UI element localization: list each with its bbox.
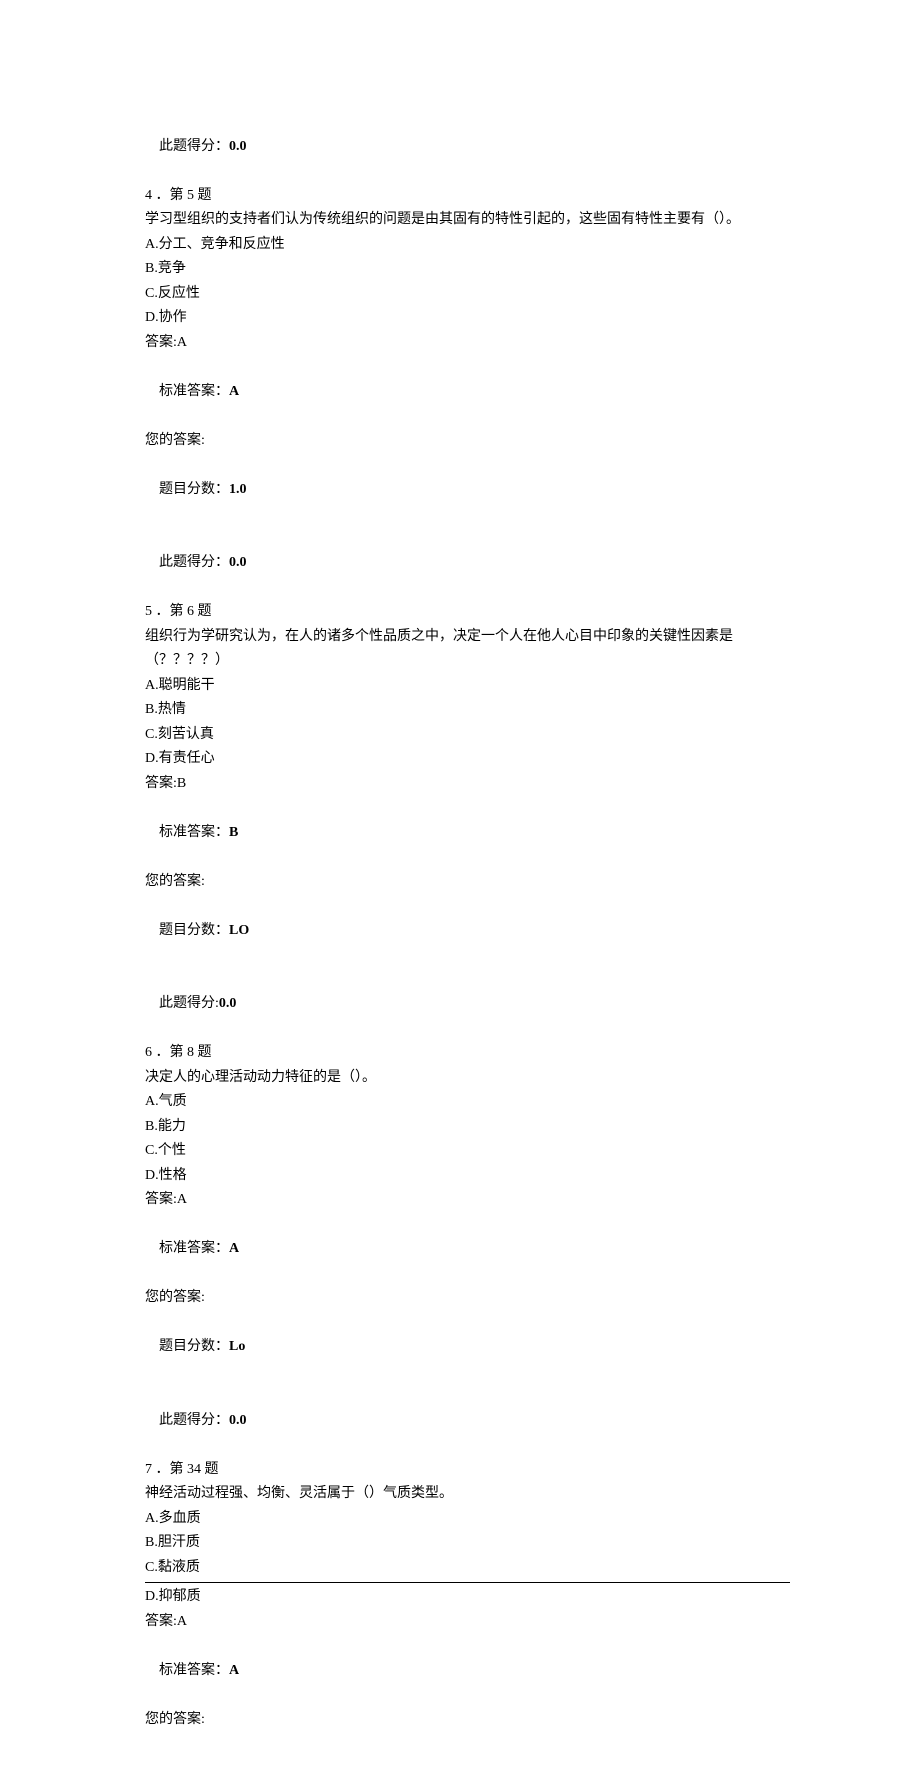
question-stem: 学习型组织的支持者们认为传统组织的问题是由其固有的特性引起的，这些固有特性主要有… <box>145 208 790 233</box>
option-c: C.黏液质 <box>145 1556 790 1581</box>
score-earned-line: 此题得分：0.0 <box>145 110 790 184</box>
standard-answer-value: A <box>229 1663 239 1678</box>
your-answer-line: 您的答案: <box>145 1286 790 1311</box>
option-c: C.反应性 <box>145 282 790 307</box>
score-earned-value: 0.0 <box>219 996 237 1011</box>
item-score-label: 题目分数： <box>159 482 229 497</box>
score-earned-value: 0.0 <box>229 139 247 154</box>
score-earned-value: 0.0 <box>229 1413 247 1428</box>
item-score-label: 题目分数： <box>159 923 229 938</box>
item-score-value: 1.0 <box>229 482 247 497</box>
standard-answer-label: 标准答案： <box>159 825 229 840</box>
item-score-line: 题目分数：LO <box>145 894 790 968</box>
score-earned-line: 此题得分：0.0 <box>145 527 790 601</box>
score-earned-label: 此题得分： <box>159 555 229 570</box>
option-d: D.有责任心 <box>145 747 790 772</box>
option-d: D.性格 <box>145 1164 790 1189</box>
option-b: B.竞争 <box>145 257 790 282</box>
option-a: A.分工、竞争和反应性 <box>145 233 790 258</box>
question-stem-cont: （？？？？） <box>145 649 790 674</box>
question-number: 4 ．第 5 题 <box>145 184 790 209</box>
score-earned-line: 此题得分:0.0 <box>145 968 790 1042</box>
option-a: A.气质 <box>145 1090 790 1115</box>
question-stem: 组织行为学研究认为，在人的诸多个性品质之中，决定一个人在他人心目中印象的关键性因… <box>145 625 790 650</box>
answer-line: 答案:A <box>145 1188 790 1213</box>
question-number: 7 ．第 34 题 <box>145 1458 790 1483</box>
standard-answer-value: A <box>229 384 239 399</box>
answer-line: 答案:A <box>145 1610 790 1635</box>
standard-answer-value: A <box>229 1241 239 1256</box>
standard-answer-line: 标准答案：B <box>145 796 790 870</box>
option-d: D.协作 <box>145 306 790 331</box>
option-d: D.抑郁质 <box>145 1585 790 1610</box>
score-earned-label: 此题得分： <box>159 1413 229 1428</box>
standard-answer-label: 标准答案： <box>159 384 229 399</box>
horizontal-rule <box>145 1582 790 1583</box>
question-number: 5 ．第 6 题 <box>145 600 790 625</box>
standard-answer-line: 标准答案：A <box>145 1213 790 1287</box>
score-earned-value: 0.0 <box>229 555 247 570</box>
option-b: B.胆汗质 <box>145 1531 790 1556</box>
option-c: C.个性 <box>145 1139 790 1164</box>
score-earned-line: 此题得分：0.0 <box>145 1384 790 1458</box>
standard-answer-label: 标准答案： <box>159 1663 229 1678</box>
item-score-label: 题目分数： <box>159 1339 229 1354</box>
question-number: 6 ．第 8 题 <box>145 1041 790 1066</box>
option-a: A.聪明能干 <box>145 674 790 699</box>
document-page: 此题得分：0.0 4 ．第 5 题 学习型组织的支持者们认为传统组织的问题是由其… <box>0 0 920 1792</box>
standard-answer-line: 标准答案：A <box>145 1634 790 1708</box>
item-score-value: Lo <box>229 1339 245 1354</box>
your-answer-line: 您的答案: <box>145 870 790 895</box>
your-answer-line: 您的答案: <box>145 1708 790 1733</box>
item-score-value: LO <box>229 923 249 938</box>
option-a: A.多血质 <box>145 1507 790 1532</box>
option-b: B.热情 <box>145 698 790 723</box>
item-score-line: 题目分数：Lo <box>145 1311 790 1385</box>
question-stem: 决定人的心理活动动力特征的是（）。 <box>145 1066 790 1091</box>
standard-answer-label: 标准答案： <box>159 1241 229 1256</box>
your-answer-line: 您的答案: <box>145 429 790 454</box>
answer-line: 答案:B <box>145 772 790 797</box>
standard-answer-line: 标准答案：A <box>145 355 790 429</box>
standard-answer-value: B <box>229 825 238 840</box>
item-score-line: 题目分数：1.0 <box>145 453 790 527</box>
answer-line: 答案:A <box>145 331 790 356</box>
score-earned-label: 此题得分: <box>159 996 219 1011</box>
option-b: B.能力 <box>145 1115 790 1140</box>
option-c: C.刻苦认真 <box>145 723 790 748</box>
question-stem: 神经活动过程强、均衡、灵活属于（）气质类型。 <box>145 1482 790 1507</box>
score-earned-label: 此题得分： <box>159 139 229 154</box>
